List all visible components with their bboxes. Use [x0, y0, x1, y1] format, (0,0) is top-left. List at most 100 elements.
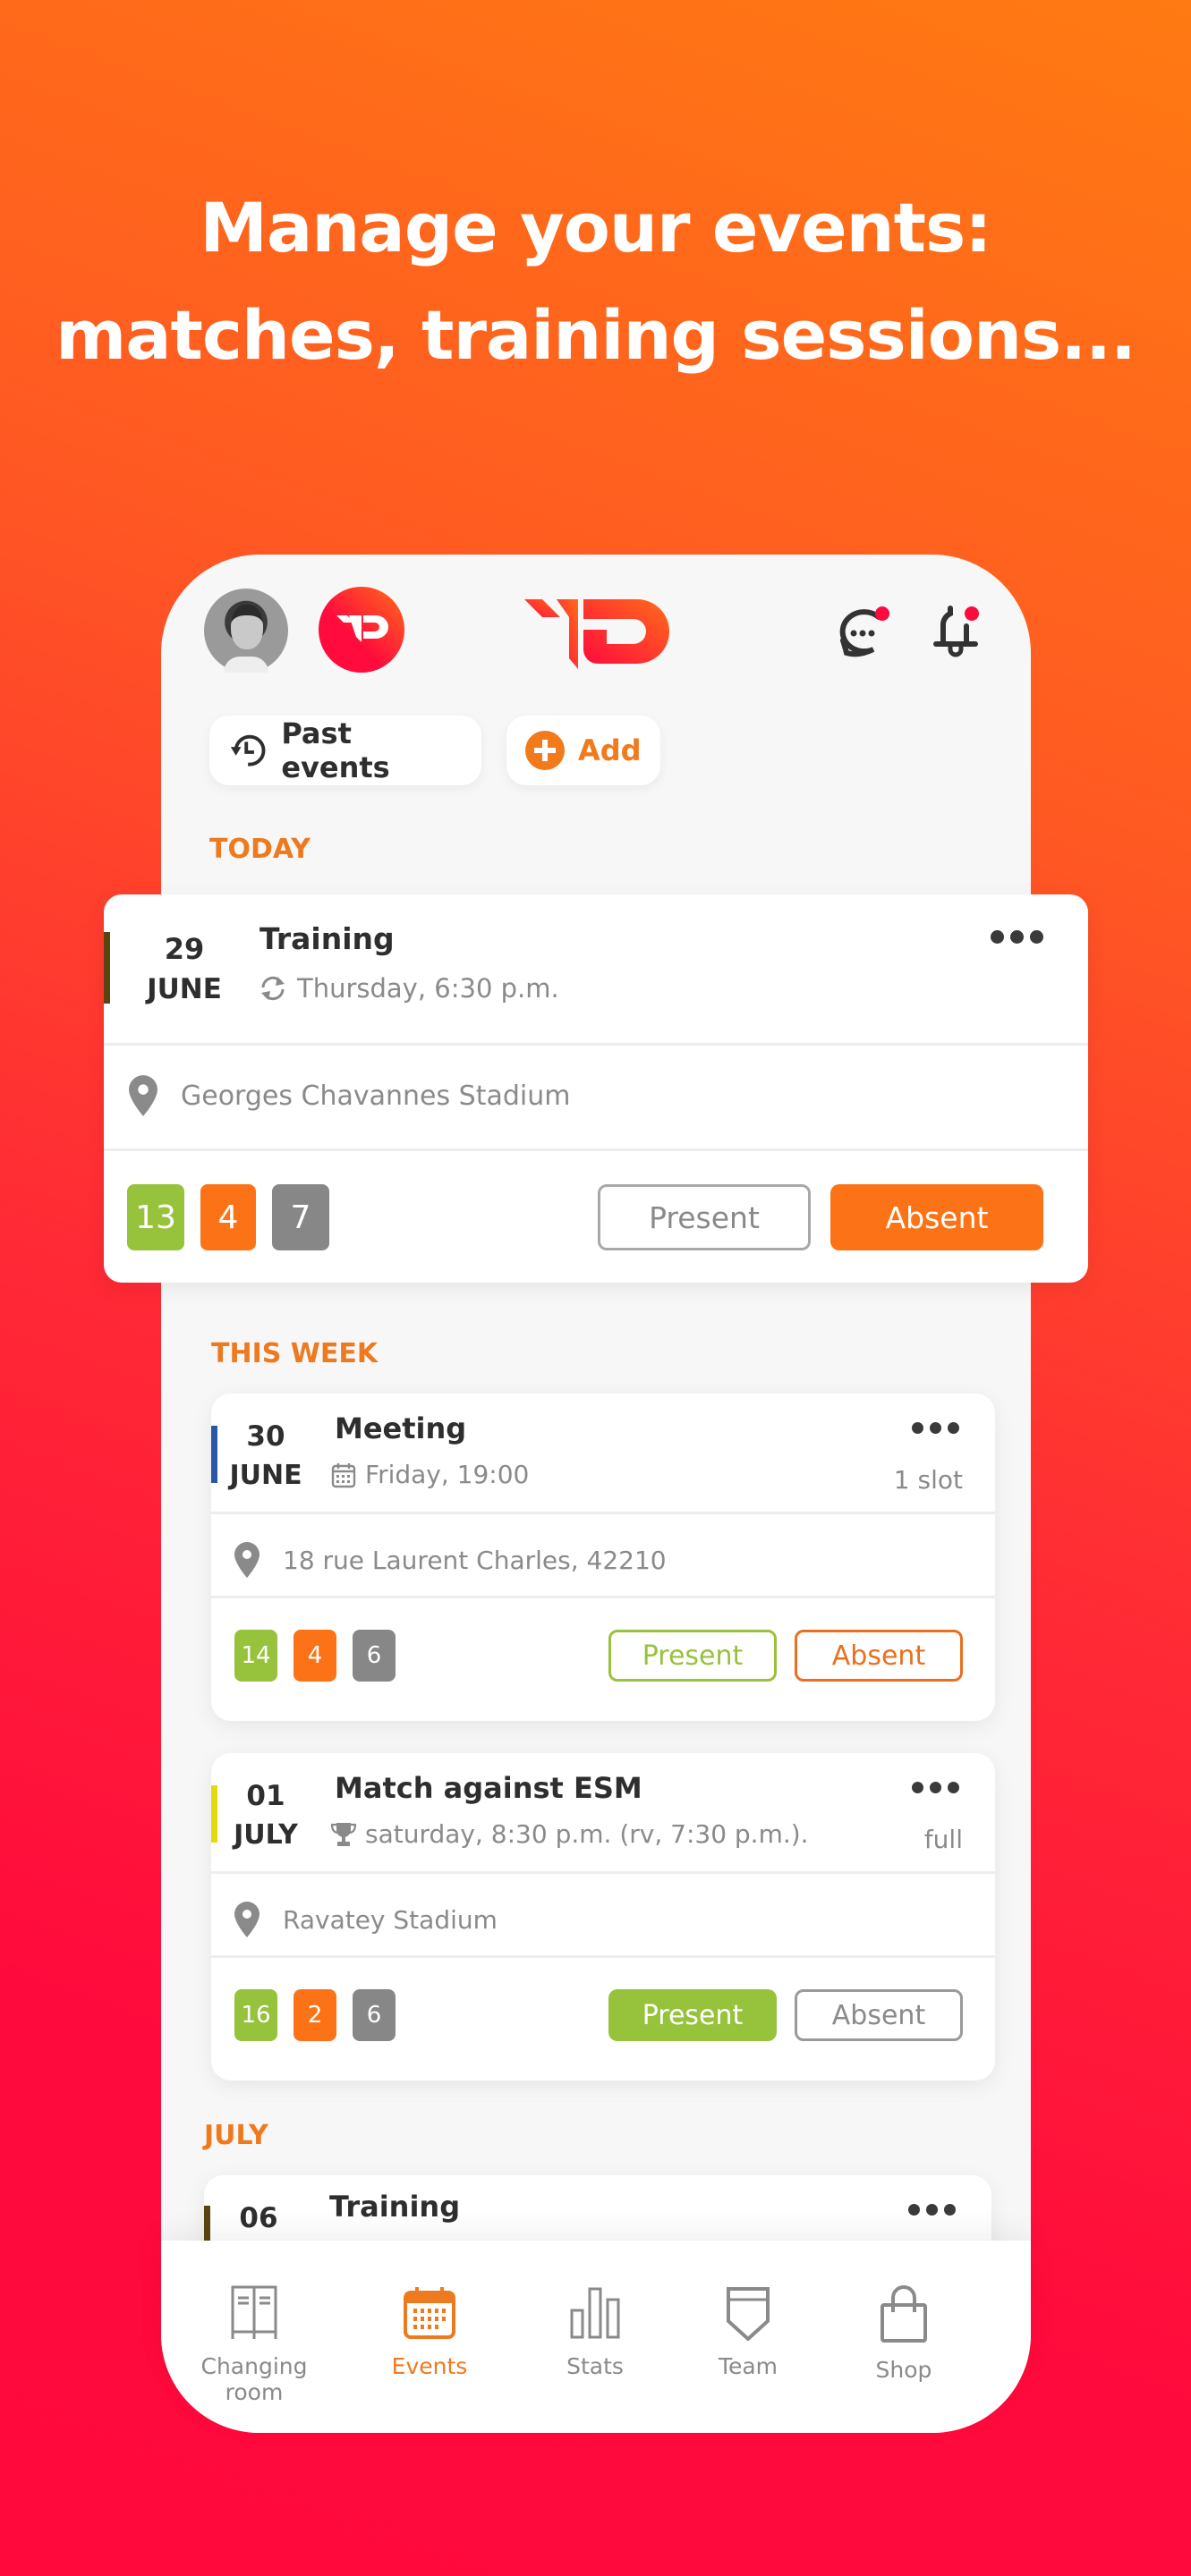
chat-notification-dot: [875, 606, 889, 621]
event-when: saturday, 8:30 p.m. (rv, 7:30 p.m.).: [331, 1819, 809, 1849]
event-title: Match against ESM: [335, 1771, 642, 1805]
user-avatar[interactable]: [204, 589, 288, 673]
present-count-badge: 14: [234, 1630, 277, 1682]
event-type-accent: [104, 932, 110, 1004]
section-this-week: THIS WEEK: [211, 1338, 379, 1369]
event-location: 18 rue Laurent Charles, 42210: [234, 1542, 667, 1578]
trophy-icon: [331, 1822, 356, 1846]
shield-icon: [727, 2287, 770, 2341]
event-type-accent: [211, 1426, 217, 1483]
event-when: Friday, 19:00: [331, 1460, 529, 1489]
avatar-shirt: [224, 657, 268, 673]
divider: [104, 1148, 1088, 1151]
more-options-button[interactable]: [912, 1422, 959, 1434]
divider: [104, 1043, 1088, 1046]
event-title: Training: [259, 921, 395, 956]
more-options-button[interactable]: [912, 1782, 959, 1793]
event-capacity-note: full: [923, 1825, 963, 1854]
unknown-count-badge: 6: [353, 1630, 396, 1682]
chat-icon[interactable]: [834, 601, 891, 658]
more-options-button[interactable]: [908, 2204, 956, 2216]
club-logo[interactable]: [319, 587, 404, 673]
divider: [211, 1512, 995, 1514]
absent-button[interactable]: Absent: [795, 1989, 963, 2041]
more-options-button[interactable]: [991, 930, 1043, 944]
event-when: Thursday, 6:30 p.m.: [258, 973, 559, 1004]
past-events-button[interactable]: Past events: [209, 716, 481, 785]
event-day: 29: [164, 932, 205, 966]
location-pin-icon: [234, 1542, 259, 1578]
nav-label: Stats: [566, 2353, 624, 2379]
present-button[interactable]: Present: [608, 1630, 777, 1682]
promo-headline: Manage your events: matches, training se…: [0, 174, 1191, 389]
history-icon: [230, 734, 266, 767]
nav-label: Shop: [875, 2357, 932, 2383]
event-location-text: 18 rue Laurent Charles, 42210: [283, 1545, 667, 1575]
event-title: Training: [329, 2190, 461, 2224]
past-events-label: Past events: [281, 716, 390, 784]
event-when-text: saturday, 8:30 p.m. (rv, 7:30 p.m.).: [365, 1819, 809, 1849]
event-slot-note: 1 slot: [893, 1465, 963, 1495]
event-location: Georges Chavannes Stadium: [129, 1073, 570, 1118]
headline-line-1: Manage your events:: [200, 188, 991, 267]
event-type-accent: [211, 1785, 217, 1843]
event-card-match[interactable]: 01 JULY Match against ESM saturday, 8:30…: [211, 1753, 995, 2080]
event-location-text: Georges Chavannes Stadium: [181, 1080, 571, 1112]
calendar-icon: [331, 1462, 356, 1487]
add-event-button[interactable]: Add: [506, 716, 660, 785]
bottom-navigation: Changing room Events Stats Team Shop: [161, 2241, 1031, 2433]
event-location-text: Ravatey Stadium: [283, 1904, 498, 1935]
plus-circle-icon: [525, 731, 565, 770]
absent-count-badge: 2: [293, 1989, 336, 2041]
bar-chart-icon: [570, 2287, 620, 2339]
unknown-count-badge: 6: [353, 1989, 396, 2041]
shopping-bag-icon: [880, 2285, 927, 2343]
event-card-today-training[interactable]: 29 JUNE Training Thursday, 6:30 p.m. Geo…: [104, 894, 1088, 1283]
absent-count-badge: 4: [200, 1184, 256, 1250]
event-month: JUNE: [147, 973, 222, 1005]
avatar-face: [231, 605, 263, 649]
nav-label: Events: [391, 2353, 468, 2379]
absent-button[interactable]: Absent: [795, 1630, 963, 1682]
club-logo-icon: [336, 615, 388, 642]
nav-stats[interactable]: Stats: [550, 2285, 640, 2379]
locker-icon: [231, 2285, 277, 2339]
headline-line-2: matches, training sessions...: [55, 295, 1136, 375]
absent-button[interactable]: Absent: [830, 1184, 1043, 1250]
nav-label: Changing room: [200, 2353, 308, 2405]
event-location: Ravatey Stadium: [234, 1902, 498, 1937]
bell-icon[interactable]: [931, 601, 988, 658]
section-july: JULY: [204, 2120, 268, 2151]
present-button[interactable]: Present: [608, 1989, 777, 2041]
brand-logo: [524, 599, 669, 669]
divider: [211, 1596, 995, 1598]
event-card-meeting[interactable]: 30 JUNE Meeting Friday, 19:00 1 slot 18 …: [211, 1394, 995, 1721]
divider: [211, 1871, 995, 1874]
unknown-count-badge: 7: [272, 1184, 329, 1250]
event-title: Meeting: [335, 1411, 467, 1445]
section-today: TODAY: [209, 834, 311, 865]
divider: [211, 1955, 995, 1958]
event-month: JULY: [234, 1819, 298, 1851]
phone-screen: Past events Add TODAY THIS WEEK JULY 30 …: [161, 555, 1031, 2433]
event-day: 30: [246, 1420, 285, 1453]
location-pin-icon: [234, 1902, 259, 1937]
bell-notification-dot: [965, 606, 979, 621]
event-when-text: Friday, 19:00: [365, 1460, 530, 1489]
event-month: JUNE: [229, 1460, 302, 1491]
present-count-badge: 13: [127, 1184, 184, 1250]
absent-count-badge: 4: [293, 1630, 336, 1682]
add-label: Add: [578, 733, 642, 767]
event-day: 01: [246, 1780, 285, 1812]
nav-label: Team: [718, 2353, 778, 2379]
nav-events[interactable]: Events: [385, 2285, 474, 2379]
nav-changing-room[interactable]: Changing room: [174, 2285, 335, 2405]
event-day: 06: [239, 2202, 278, 2234]
present-button[interactable]: Present: [598, 1184, 811, 1250]
present-count-badge: 16: [234, 1989, 277, 2041]
event-when-text: Thursday, 6:30 p.m.: [297, 973, 559, 1004]
nav-team[interactable]: Team: [703, 2285, 793, 2379]
recurring-icon: [261, 976, 285, 1001]
nav-shop[interactable]: Shop: [859, 2285, 949, 2383]
location-pin-icon: [129, 1075, 157, 1116]
